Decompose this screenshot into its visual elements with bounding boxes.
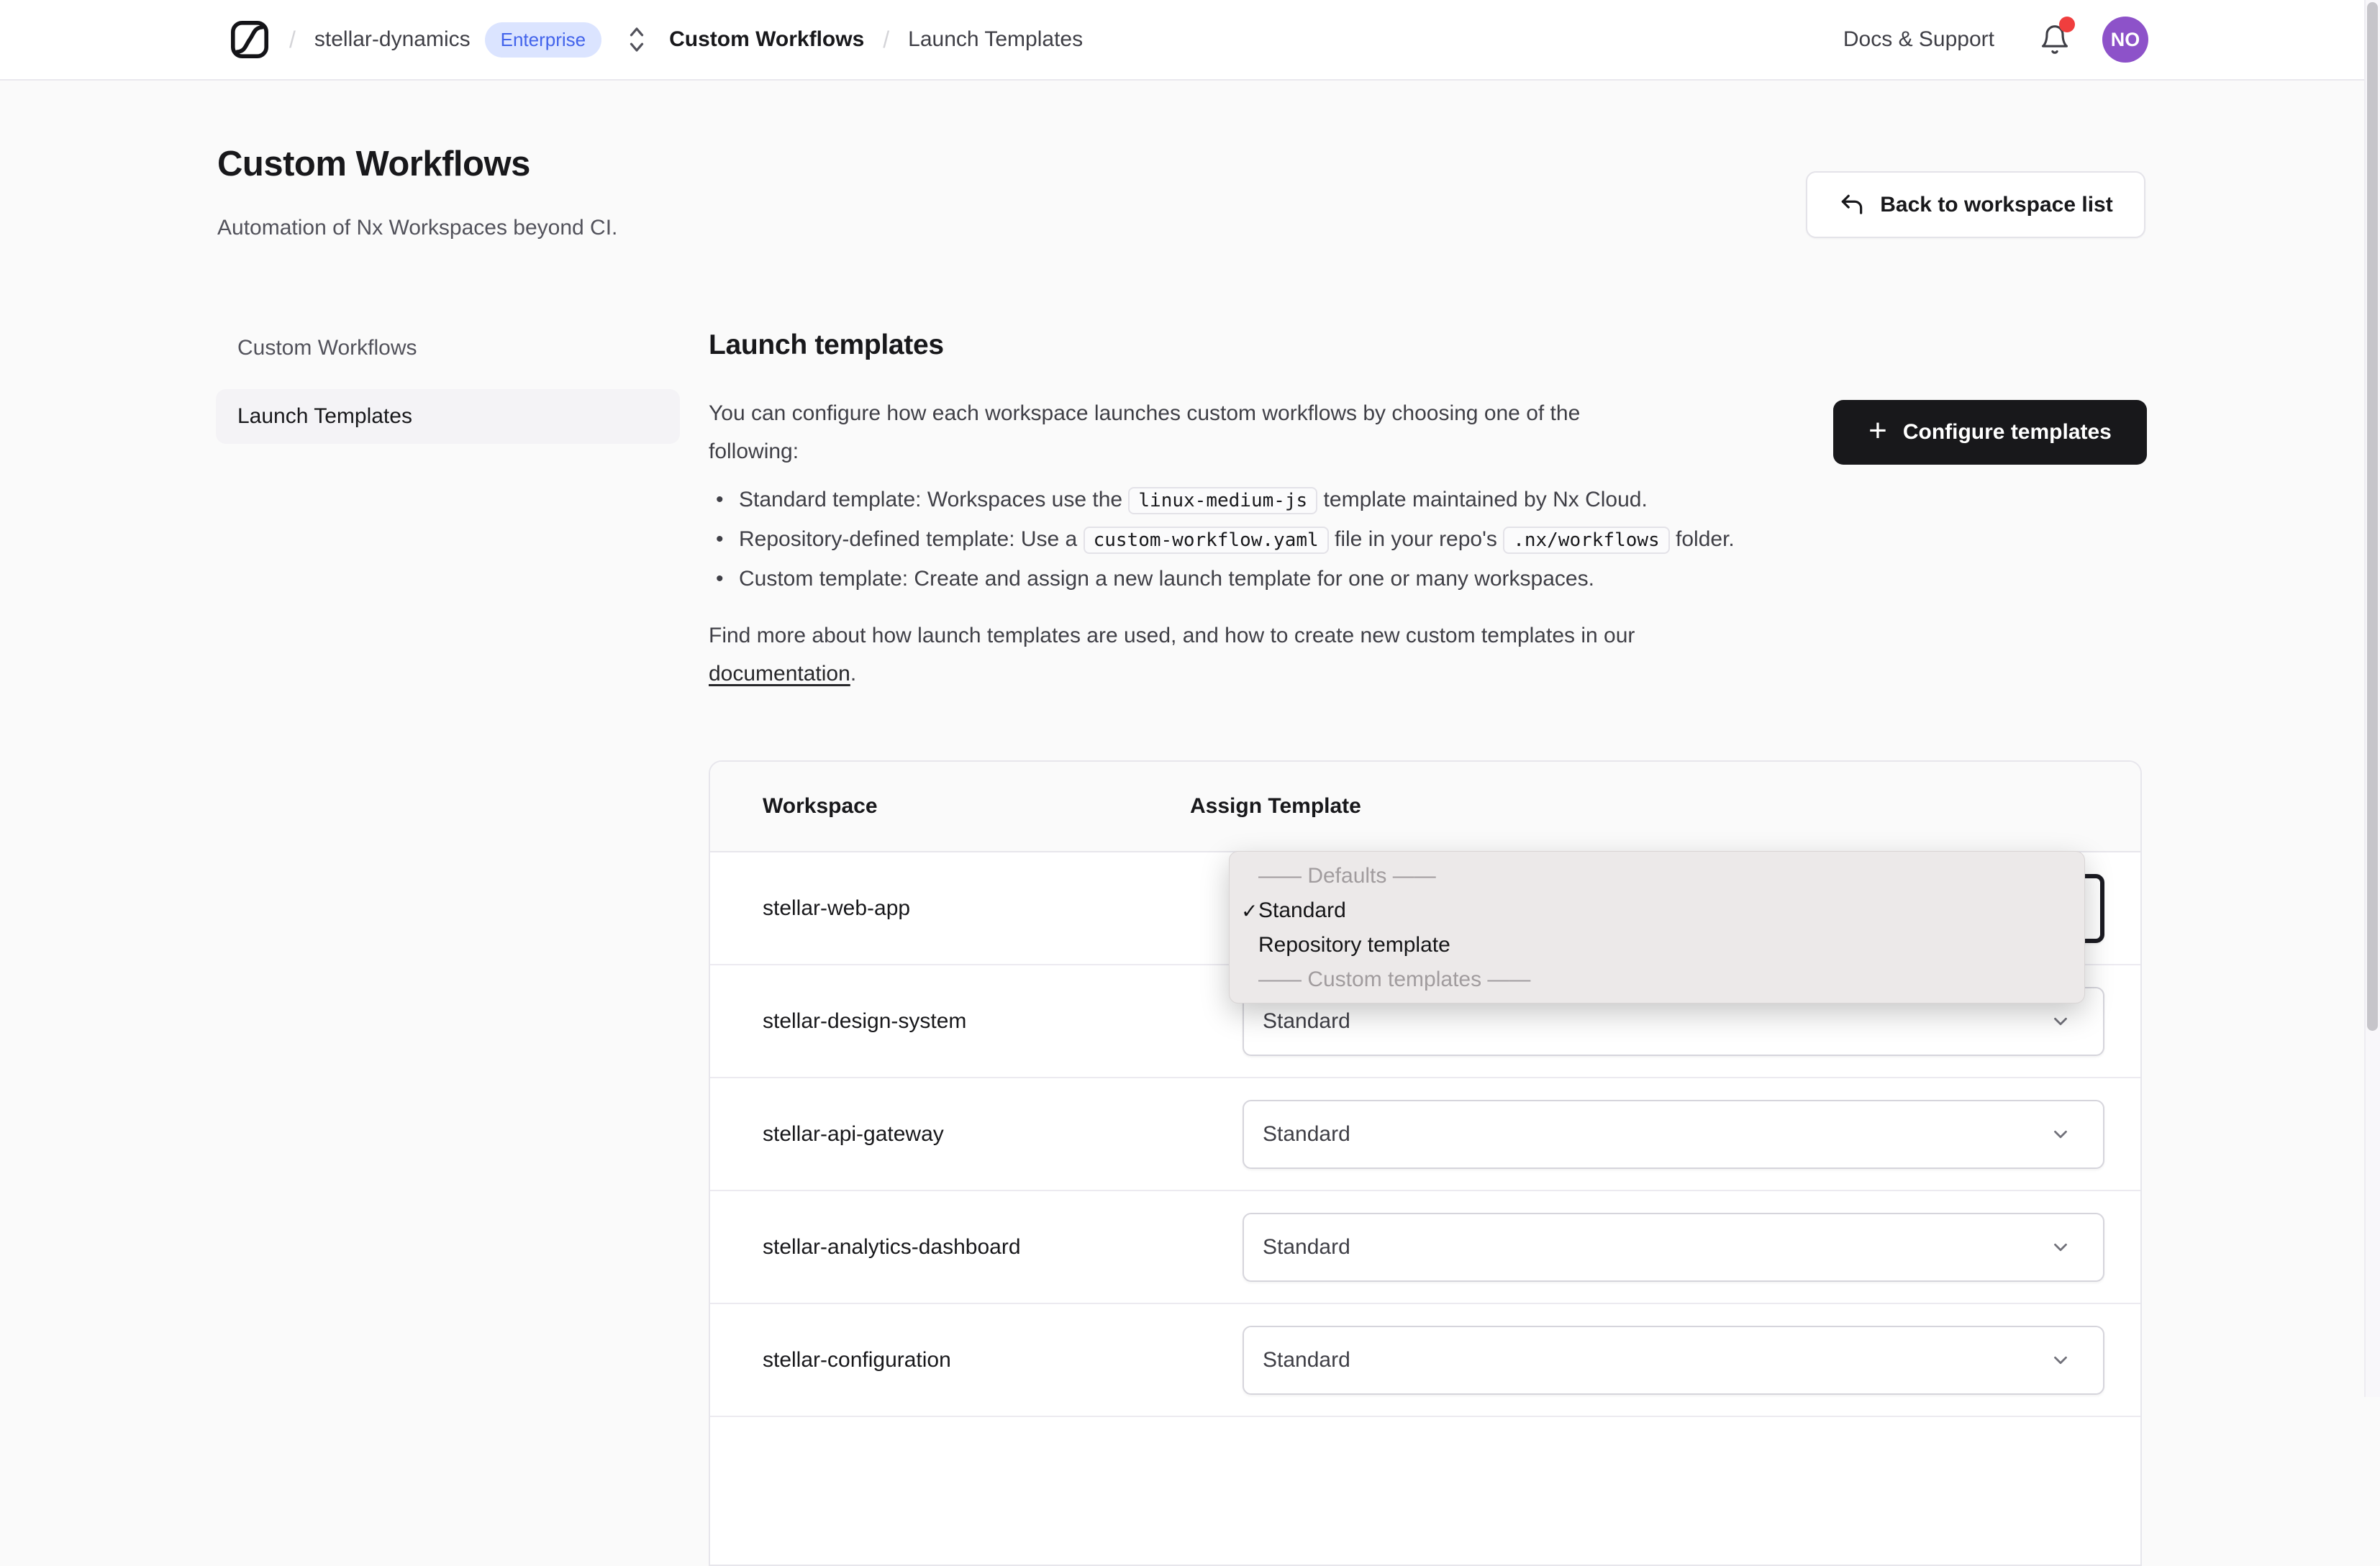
code-chip: custom-workflow.yaml <box>1083 527 1329 554</box>
page-subtitle: Automation of Nx Workspaces beyond CI. <box>217 216 618 240</box>
breadcrumb-separator: / <box>883 26 890 53</box>
chevron-down-icon <box>2050 1124 2071 1145</box>
table-row: stellar-analytics-dashboard Standard <box>710 1191 2140 1304</box>
breadcrumb-separator: / <box>289 26 296 53</box>
select-value: Standard <box>1263 1009 1350 1033</box>
plus-icon: + <box>1868 413 1887 448</box>
sidebar-item-custom-workflows[interactable]: Custom Workflows <box>216 325 680 371</box>
section-heading: Launch templates <box>709 329 944 360</box>
breadcrumb-page[interactable]: Launch Templates <box>908 27 1083 52</box>
dropdown-option-label: Standard <box>1258 898 1346 922</box>
workspace-name: stellar-design-system <box>763 1009 967 1033</box>
breadcrumb-org[interactable]: stellar-dynamics <box>314 27 471 52</box>
list-item: Custom template: Create and assign a new… <box>709 560 1788 598</box>
select-value: Standard <box>1263 1121 1350 1146</box>
table-row: stellar-configuration Standard <box>710 1304 2140 1417</box>
undo-arrow-icon <box>1838 191 1866 219</box>
workspace-switcher-icon[interactable] <box>626 24 648 55</box>
sidebar-item-label: Custom Workflows <box>237 336 417 360</box>
code-chip: linux-medium-js <box>1128 487 1318 514</box>
back-to-workspace-list-button[interactable]: Back to workspace list <box>1806 171 2145 238</box>
dropdown-group-defaults: —— Defaults —— <box>1258 864 1436 888</box>
chevron-down-icon <box>2050 1237 2071 1258</box>
template-select-stellar-analytics-dashboard[interactable]: Standard <box>1243 1212 2104 1282</box>
dropdown-option-standard[interactable]: ✓ Standard <box>1230 893 2084 928</box>
configure-button-label: Configure templates <box>1902 420 2112 444</box>
workspace-name: stellar-analytics-dashboard <box>763 1234 1021 1259</box>
column-header-workspace: Workspace <box>763 794 878 818</box>
chevron-down-icon <box>2050 1349 2071 1371</box>
documentation-link[interactable]: documentation <box>709 662 850 686</box>
breadcrumb-section[interactable]: Custom Workflows <box>669 27 864 52</box>
select-value: Standard <box>1263 1234 1350 1259</box>
back-button-label: Back to workspace list <box>1880 192 2113 217</box>
template-select-stellar-configuration[interactable]: Standard <box>1243 1325 2104 1395</box>
check-icon: ✓ <box>1241 899 1258 922</box>
list-item: Standard template: Workspaces use the li… <box>709 481 1788 520</box>
notification-dot <box>2059 17 2075 32</box>
notifications-bell-icon[interactable] <box>2039 17 2075 57</box>
configure-templates-button[interactable]: + Configure templates <box>1833 400 2147 465</box>
scrollbar-track <box>2364 0 2380 1397</box>
workspace-name: stellar-configuration <box>763 1347 951 1372</box>
workspace-name: stellar-web-app <box>763 896 911 920</box>
section-description: You can configure how each workspace lau… <box>709 394 1788 693</box>
select-value: Standard <box>1263 1347 1350 1372</box>
sidebar-item-launch-templates[interactable]: Launch Templates <box>216 389 680 444</box>
dropdown-option-label: Repository template <box>1258 933 1450 957</box>
scrollbar-thumb[interactable] <box>2367 2 2378 1031</box>
user-avatar[interactable]: NO <box>2102 17 2148 63</box>
find-more-paragraph: Find more about how launch templates are… <box>709 624 1635 686</box>
enterprise-badge: Enterprise <box>484 22 602 58</box>
docs-support-link[interactable]: Docs & Support <box>1843 27 1994 52</box>
list-item: Repository-defined template: Use a custo… <box>709 520 1788 560</box>
table-row: stellar-api-gateway Standard <box>710 1078 2140 1191</box>
workspace-name: stellar-api-gateway <box>763 1121 944 1146</box>
column-header-assign-template: Assign Template <box>1190 794 1361 818</box>
template-dropdown-menu: —— Defaults —— ✓ Standard Repository tem… <box>1229 851 2085 1003</box>
table-header-row: Workspace Assign Template <box>710 762 2140 852</box>
top-header: / stellar-dynamics Enterprise Custom Wor… <box>0 0 2380 81</box>
code-chip: .nx/workflows <box>1503 527 1670 554</box>
dropdown-option-repository-template[interactable]: Repository template <box>1230 928 2084 962</box>
chevron-down-icon <box>2050 1011 2071 1032</box>
dropdown-group-custom-templates: —— Custom templates —— <box>1258 968 1531 991</box>
intro-paragraph: You can configure how each workspace lau… <box>709 401 1581 463</box>
template-select-stellar-api-gateway[interactable]: Standard <box>1243 1099 2104 1169</box>
page-title: Custom Workflows <box>217 145 530 183</box>
template-options-list: Standard template: Workspaces use the li… <box>709 481 1788 598</box>
sidebar-item-label: Launch Templates <box>237 404 412 428</box>
nx-cloud-logo-icon[interactable] <box>229 19 271 60</box>
